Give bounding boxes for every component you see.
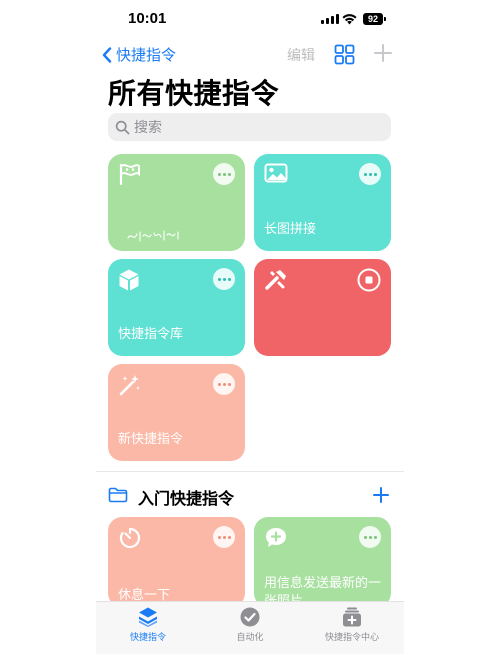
section-title: 入门快捷指令 <box>138 489 235 508</box>
shortcut-card[interactable] <box>254 259 391 356</box>
search-placeholder: 搜索 <box>134 120 162 136</box>
tab-gallery[interactable]: 快捷指令中心 <box>302 606 402 643</box>
more-button[interactable] <box>213 268 235 290</box>
shortcut-label: 长图拼接 <box>264 222 317 237</box>
shortcut-label: 新快捷指令 <box>118 432 184 447</box>
navigation-bar: 快捷指令 编辑 <box>0 40 500 70</box>
wifi-icon <box>342 14 357 25</box>
section-divider <box>96 471 404 472</box>
starter-shortcut-card[interactable]: 用信息发送最新的一张照片 <box>254 517 391 607</box>
add-icon[interactable] <box>372 486 390 504</box>
tab-label: 快捷指令 <box>129 633 166 643</box>
flag-icon <box>119 163 140 185</box>
magic-wand-icon <box>119 375 140 396</box>
status-time: 10:01 <box>128 10 167 27</box>
folder-icon <box>108 487 128 503</box>
more-button[interactable] <box>359 163 381 185</box>
more-button[interactable] <box>213 163 235 185</box>
timer-icon <box>119 527 141 549</box>
chevron-left-icon <box>102 46 112 63</box>
shortcut-card[interactable] <box>108 154 245 251</box>
tab-label: 快捷指令中心 <box>324 633 379 643</box>
tab-shortcuts[interactable]: 快捷指令 <box>98 606 198 643</box>
tools-icon <box>265 270 286 290</box>
cube-icon <box>119 269 139 291</box>
shortcut-card[interactable]: 新快捷指令 <box>108 364 245 461</box>
back-button[interactable]: 快捷指令 <box>102 44 176 65</box>
starter-section-header: 入门快捷指令 <box>108 484 392 508</box>
tab-bar: 快捷指令 自动化 快捷指令中心 <box>96 601 404 654</box>
stop-running-icon[interactable] <box>357 268 381 292</box>
edit-button[interactable]: 编辑 <box>287 45 315 65</box>
layers-icon <box>139 607 157 627</box>
page-title: 所有快捷指令 <box>108 77 280 110</box>
message-add-icon <box>266 528 286 547</box>
clock-check-icon <box>240 607 260 627</box>
grid-view-icon[interactable] <box>334 44 355 65</box>
handwritten-scribble <box>127 230 179 242</box>
search-icon <box>115 120 130 134</box>
more-button[interactable] <box>213 526 235 548</box>
back-button-label: 快捷指令 <box>116 46 177 64</box>
shortcut-card[interactable]: 快捷指令库 <box>108 259 245 356</box>
gallery-icon <box>343 607 361 627</box>
battery-icon: 92 <box>363 13 386 25</box>
tab-automation[interactable]: 自动化 <box>200 606 300 643</box>
photo-icon <box>264 163 288 183</box>
starter-shortcut-card[interactable]: 休息一下 <box>108 517 245 607</box>
shortcut-label: 快捷指令库 <box>118 327 184 342</box>
more-button[interactable] <box>213 373 235 395</box>
status-bar: 10:01 92 <box>0 0 500 40</box>
more-button[interactable] <box>359 526 381 548</box>
search-input[interactable]: 搜索 <box>108 113 391 141</box>
cellular-signal-icon <box>321 14 339 24</box>
add-shortcut-icon[interactable] <box>373 43 393 63</box>
tab-label: 自动化 <box>236 633 264 643</box>
shortcut-card[interactable]: 长图拼接 <box>254 154 391 251</box>
